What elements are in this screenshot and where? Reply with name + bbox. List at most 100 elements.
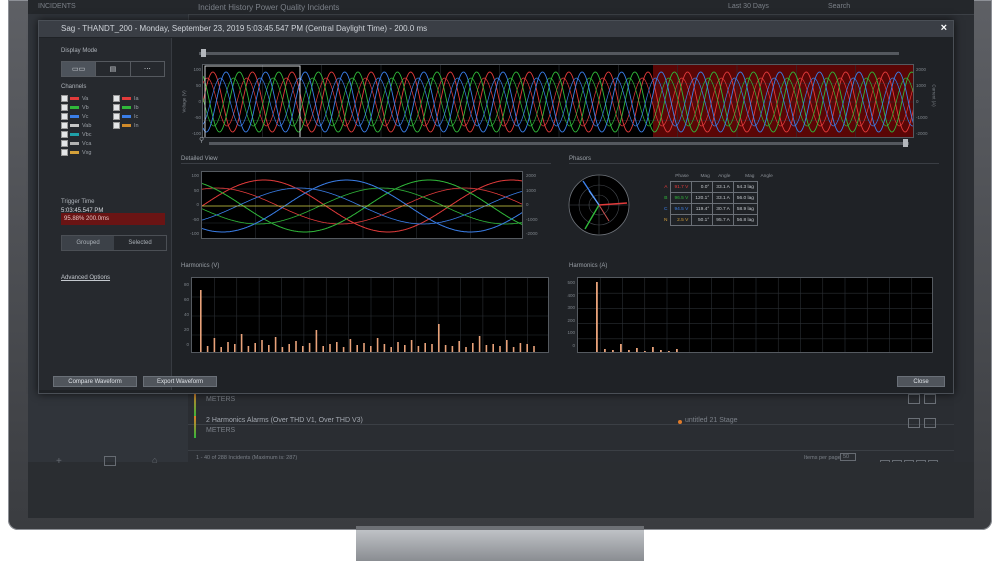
details-icon[interactable] xyxy=(908,394,920,404)
harmonics-a-svg xyxy=(578,278,932,352)
background-footer: + ⌂ xyxy=(28,455,974,518)
channel-label: Vb xyxy=(82,105,89,111)
checkbox-icon[interactable] xyxy=(61,113,68,121)
channel-ia[interactable]: Ia xyxy=(113,95,163,104)
display-mode-more[interactable]: ⋯ xyxy=(131,62,164,76)
harmonic-bar xyxy=(390,347,392,352)
items-per-page-select[interactable]: 50 xyxy=(840,453,857,461)
channel-vxg[interactable]: Vxg xyxy=(61,149,111,158)
channel-vca[interactable]: Vca xyxy=(61,140,111,149)
harmonic-bar xyxy=(397,342,399,352)
color-swatch xyxy=(70,106,79,110)
channel-va[interactable]: Va xyxy=(61,95,111,104)
background-search-input[interactable]: Search xyxy=(828,3,850,10)
list-item-title: 2 Harmonics Alarms (Over THD V1, Over TH… xyxy=(206,417,363,424)
harmonic-bar xyxy=(458,341,460,352)
phasor-row: B 96.5 V 120.1° 33.1 A 56.0 lag xyxy=(661,192,776,204)
grouped-option[interactable]: Grouped xyxy=(62,236,114,250)
slider-thumb-right[interactable] xyxy=(903,139,908,147)
compare-waveform-button[interactable]: Compare Waveform xyxy=(53,376,137,387)
channel-vc[interactable]: Vc xyxy=(61,113,111,122)
harmonic-bar xyxy=(336,342,338,352)
grouping-toggle: Grouped Selected xyxy=(61,235,167,251)
details-icon[interactable] xyxy=(908,418,920,428)
harmonic-bar xyxy=(302,346,304,352)
export-waveform-button[interactable]: Export Waveform xyxy=(143,376,217,387)
phasor-table: Phase Mag Angle Mag Angle A 91.7 V 0.0° 33.1 A… xyxy=(661,171,776,226)
harmonic-bar xyxy=(526,344,528,352)
checkbox-icon[interactable] xyxy=(61,95,68,103)
background-date-range[interactable]: Last 30 Days xyxy=(728,3,769,10)
display-mode-stacked[interactable]: ▤ xyxy=(96,62,131,76)
detailed-waveform-plot[interactable] xyxy=(201,171,523,239)
harmonic-bar xyxy=(465,347,467,352)
harmonic-bar xyxy=(308,343,311,352)
harmonic-bar xyxy=(652,347,654,352)
channels-label: Channels xyxy=(61,84,87,90)
severity-strip xyxy=(194,416,196,438)
harmonic-bar xyxy=(644,351,646,352)
checkbox-icon[interactable] xyxy=(61,122,68,130)
channel-ic[interactable]: Ic xyxy=(113,113,163,122)
channel-label: Vab xyxy=(82,123,92,129)
home-icon[interactable]: ⌂ xyxy=(152,455,157,465)
list-item[interactable]: 2 Harmonics Alarms (Over THD V1, Over TH… xyxy=(188,412,954,442)
display-mode-toggle: ▭▭ ▤ ⋯ xyxy=(61,61,165,77)
channel-vab[interactable]: Vab xyxy=(61,122,111,131)
harmonic-bar xyxy=(612,350,614,352)
selected-option[interactable]: Selected xyxy=(114,236,166,250)
channel-vbc[interactable]: Vbc xyxy=(61,131,111,140)
harmonic-bar xyxy=(349,339,352,352)
phasor-diagram xyxy=(568,174,630,236)
harmonic-bar xyxy=(315,330,318,352)
slider-thumb-left[interactable] xyxy=(201,49,206,57)
harmonic-bar xyxy=(261,340,263,352)
channel-label: Ic xyxy=(134,114,139,120)
folder-icon[interactable] xyxy=(104,456,116,466)
harmonic-bar xyxy=(472,343,474,352)
color-swatch xyxy=(70,151,79,155)
checkbox-icon[interactable] xyxy=(113,113,120,121)
color-swatch xyxy=(70,142,79,146)
checkbox-icon[interactable] xyxy=(61,104,68,112)
channel-ib[interactable]: Ib xyxy=(113,104,163,113)
checkbox-icon[interactable] xyxy=(61,131,68,139)
harmonic-bar xyxy=(676,349,678,352)
harmonic-bar xyxy=(240,334,243,352)
harmonic-bar xyxy=(417,346,420,352)
color-swatch xyxy=(122,97,131,101)
status-dot-icon xyxy=(678,420,682,424)
channel-vb[interactable]: Vb xyxy=(61,104,111,113)
add-icon[interactable]: + xyxy=(56,456,62,467)
waveform-icon[interactable] xyxy=(924,418,936,428)
close-button[interactable]: Close xyxy=(897,376,945,387)
channel-list-right: Ia Ib Ic In xyxy=(113,95,163,131)
display-mode-overlay[interactable]: ▭▭ xyxy=(62,62,97,76)
harmonics-a-chart[interactable] xyxy=(577,277,933,353)
background-header-left: INCIDENTS xyxy=(38,3,76,10)
close-icon[interactable]: × xyxy=(941,22,947,34)
checkbox-icon[interactable] xyxy=(61,140,68,148)
harmonic-bar xyxy=(628,350,630,352)
channel-in[interactable]: In xyxy=(113,122,163,131)
checkbox-icon[interactable] xyxy=(113,95,120,103)
channel-label: Ib xyxy=(134,105,139,111)
overview-y-label: Voltage (V) xyxy=(181,90,187,113)
monitor-stand xyxy=(356,530,644,561)
color-swatch xyxy=(122,124,131,128)
harmonics-v-chart[interactable] xyxy=(191,277,549,353)
slider-track xyxy=(199,52,899,55)
waveform-icon[interactable] xyxy=(924,394,936,404)
advanced-options-link[interactable]: Advanced Options xyxy=(61,275,110,281)
checkbox-icon[interactable] xyxy=(61,149,68,157)
harmonic-bar xyxy=(492,344,494,352)
harmonics-a-y-ticks: 500 400 300 200 100 0 xyxy=(567,280,575,348)
checkbox-icon[interactable] xyxy=(113,122,120,130)
channel-label: Vca xyxy=(82,141,92,147)
detail-y-ticks: 100 50 0 -50 -100 xyxy=(189,173,199,236)
harmonic-bar xyxy=(519,343,522,352)
harmonic-bar xyxy=(356,345,358,352)
checkbox-icon[interactable] xyxy=(113,104,120,112)
detailed-view-title: Detailed View xyxy=(181,156,218,162)
overview-waveform-plot[interactable] xyxy=(202,64,914,138)
